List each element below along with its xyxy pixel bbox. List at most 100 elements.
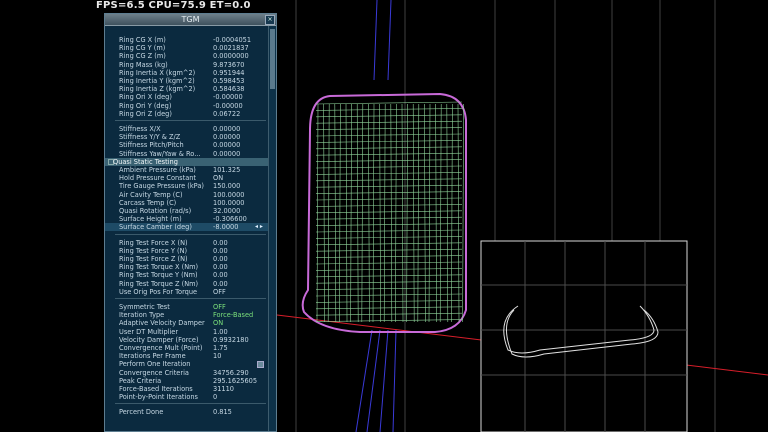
property-value[interactable]: 34756.290 (213, 369, 249, 377)
property-value[interactable]: 0.584638 (213, 85, 244, 93)
property-row[interactable]: Stiffness Y/Y & Z/Z 0.00000 (105, 133, 268, 141)
property-row[interactable]: Adaptive Velocity Damper ON (105, 319, 268, 327)
section-quasi-static-testing[interactable]: Quasi Static Testing (105, 157, 268, 166)
property-row[interactable]: Stiffness X/X 0.00000 (105, 125, 268, 133)
property-value[interactable]: 1.00 (213, 328, 228, 336)
property-value[interactable]: ON (213, 174, 223, 182)
property-value[interactable]: 0 (213, 393, 217, 401)
mesh-line (406, 103, 408, 323)
tgm-panel[interactable]: TGM × Ring CG X (m) -0.0004051 Ring CG Y (… (104, 13, 277, 432)
property-value[interactable]: 0.00 (213, 263, 228, 271)
property-row[interactable]: Ring Inertia X (kgm^2) 0.951944 (105, 69, 268, 77)
property-row[interactable]: Ring Ori Y (deg) -0.00000 (105, 102, 268, 110)
property-row[interactable]: Ring CG X (m) -0.0004051 (105, 36, 268, 44)
property-row[interactable]: Carcass Temp (C) 100.0000 (105, 199, 268, 207)
property-row[interactable]: Ring CG Z (m) 0.0000000 (105, 52, 268, 60)
property-value[interactable]: OFF (213, 288, 226, 296)
property-value[interactable]: 0.598453 (213, 77, 244, 85)
property-value[interactable]: 100.0000 (213, 199, 244, 207)
property-row[interactable]: Convergence Criteria 34756.290 (105, 369, 268, 377)
property-value[interactable]: 150.000 (213, 182, 240, 190)
property-value[interactable]: 1.75 (213, 344, 228, 352)
mesh-line (315, 261, 463, 265)
property-row[interactable]: Ring Inertia Z (kgm^2) 0.584638 (105, 85, 268, 93)
mesh-line (412, 103, 415, 323)
action-checkbox[interactable] (257, 361, 264, 369)
property-value[interactable]: 0.00 (213, 280, 228, 288)
property-value[interactable]: -0.00000 (213, 102, 243, 110)
property-value[interactable]: OFF (213, 303, 226, 311)
property-value[interactable]: ON (213, 319, 223, 327)
property-value[interactable]: 295.1625605 (213, 377, 257, 385)
property-value[interactable]: 0.0021837 (213, 44, 249, 52)
property-row[interactable]: Air Cavity Temp (C) 100.0000 (105, 191, 268, 199)
property-value[interactable]: 0.00000 (213, 133, 240, 141)
property-row[interactable]: Stiffness Pitch/Pitch 0.00000 (105, 141, 268, 149)
property-row[interactable]: Ring CG Y (m) 0.0021837 (105, 44, 268, 52)
property-value[interactable]: Force-Based (213, 311, 253, 319)
value-stepper-arrows[interactable]: ◂ ▸ (255, 223, 263, 231)
property-value[interactable]: 10 (213, 352, 221, 360)
property-value[interactable]: 101.325 (213, 166, 240, 174)
property-row[interactable]: Surface Height (m) -0.306600 (105, 215, 268, 223)
mesh-line (424, 103, 426, 323)
property-row[interactable]: Ring Test Torque Y (Nm) 0.00 (105, 271, 268, 279)
property-row[interactable]: Stiffness Yaw/Yaw & Ro... 0.00000 (105, 150, 268, 158)
property-value[interactable]: 0.06722 (213, 110, 240, 118)
panel-titlebar[interactable]: TGM × (105, 14, 276, 26)
property-row[interactable]: Ring Ori X (deg) -0.00000 (105, 93, 268, 101)
property-value[interactable]: 0.0000000 (213, 52, 249, 60)
property-value[interactable]: 0.00000 (213, 150, 240, 158)
property-row[interactable]: Force-Based Iterations 31110 (105, 385, 268, 393)
property-value[interactable]: -0.0004051 (213, 36, 251, 44)
property-label: Ring Test Torque X (Nm) (119, 263, 199, 272)
property-row[interactable]: Velocity Damper (Force) 0.9932180 (105, 336, 268, 344)
property-value[interactable]: -0.00000 (213, 93, 243, 101)
property-value[interactable]: 0.00000 (213, 141, 240, 149)
property-row[interactable]: Ring Test Force X (N) 0.00 (105, 239, 268, 247)
property-row[interactable]: Perform One Iteration (105, 360, 268, 369)
scroll-thumb[interactable] (270, 29, 275, 89)
property-row[interactable]: Iteration Type Force-Based (105, 311, 268, 319)
property-row[interactable]: Ambient Pressure (kPa) 101.325 (105, 166, 268, 174)
property-value[interactable]: 0.00000 (213, 125, 240, 133)
property-row[interactable]: Convergence Mult (Point) 1.75 (105, 344, 268, 352)
property-label: Stiffness Y/Y & Z/Z (119, 133, 181, 142)
panel-scrollbar[interactable] (268, 26, 276, 431)
property-value[interactable]: 0.815 (213, 408, 232, 416)
property-row[interactable]: Surface Camber (deg) -8.0000 ◂ ▸ (105, 223, 268, 232)
property-row[interactable]: Iterations Per Frame 10 (105, 352, 268, 360)
property-value[interactable]: 9.873670 (213, 61, 244, 69)
close-button[interactable]: × (265, 15, 275, 25)
property-value[interactable]: 32.0000 (213, 207, 240, 215)
property-row[interactable]: User DT Multiplier 1.00 (105, 328, 268, 336)
mesh-line (315, 120, 463, 124)
property-value[interactable]: 0.00 (213, 255, 228, 263)
property-row[interactable]: Percent Done 0.815 (105, 408, 268, 416)
property-value[interactable]: 0.9932180 (213, 336, 249, 344)
property-value[interactable]: 31110 (213, 385, 234, 393)
property-row[interactable]: Symmetric Test OFF (105, 303, 268, 311)
mesh-line (361, 103, 364, 323)
property-value[interactable]: -0.306600 (213, 215, 247, 223)
property-row[interactable]: Tire Gauge Pressure (kPa) 150.000 (105, 182, 268, 190)
property-row[interactable]: Ring Test Torque X (Nm) 0.00 (105, 263, 268, 271)
property-row[interactable]: Peak Criteria 295.1625605 (105, 377, 268, 385)
property-row[interactable]: Ring Inertia Y (kgm^2) 0.598453 (105, 77, 268, 85)
property-row[interactable]: Point-by-Point Iterations 0 (105, 393, 268, 401)
property-value[interactable]: 0.00 (213, 247, 228, 255)
property-row[interactable]: Hold Pressure Constant ON (105, 174, 268, 182)
property-row[interactable]: Ring Test Force Y (N) 0.00 (105, 247, 268, 255)
property-value[interactable]: 0.951944 (213, 69, 244, 77)
property-row[interactable]: Use Orig Pos For Torque OFF (105, 288, 268, 296)
mesh-line (379, 103, 381, 323)
property-value[interactable]: -8.0000 (213, 223, 238, 231)
property-value[interactable]: 100.0000 (213, 191, 244, 199)
property-row[interactable]: Ring Mass (kg) 9.873670 (105, 61, 268, 69)
property-row[interactable]: Ring Test Torque Z (Nm) 0.00 (105, 280, 268, 288)
property-value[interactable]: 0.00 (213, 239, 228, 247)
property-value[interactable]: 0.00 (213, 271, 228, 279)
property-row[interactable]: Quasi Rotation (rad/s) 32.0000 (105, 207, 268, 215)
property-row[interactable]: Ring Ori Z (deg) 0.06722 (105, 110, 268, 118)
property-row[interactable]: Ring Test Force Z (N) 0.00 (105, 255, 268, 263)
